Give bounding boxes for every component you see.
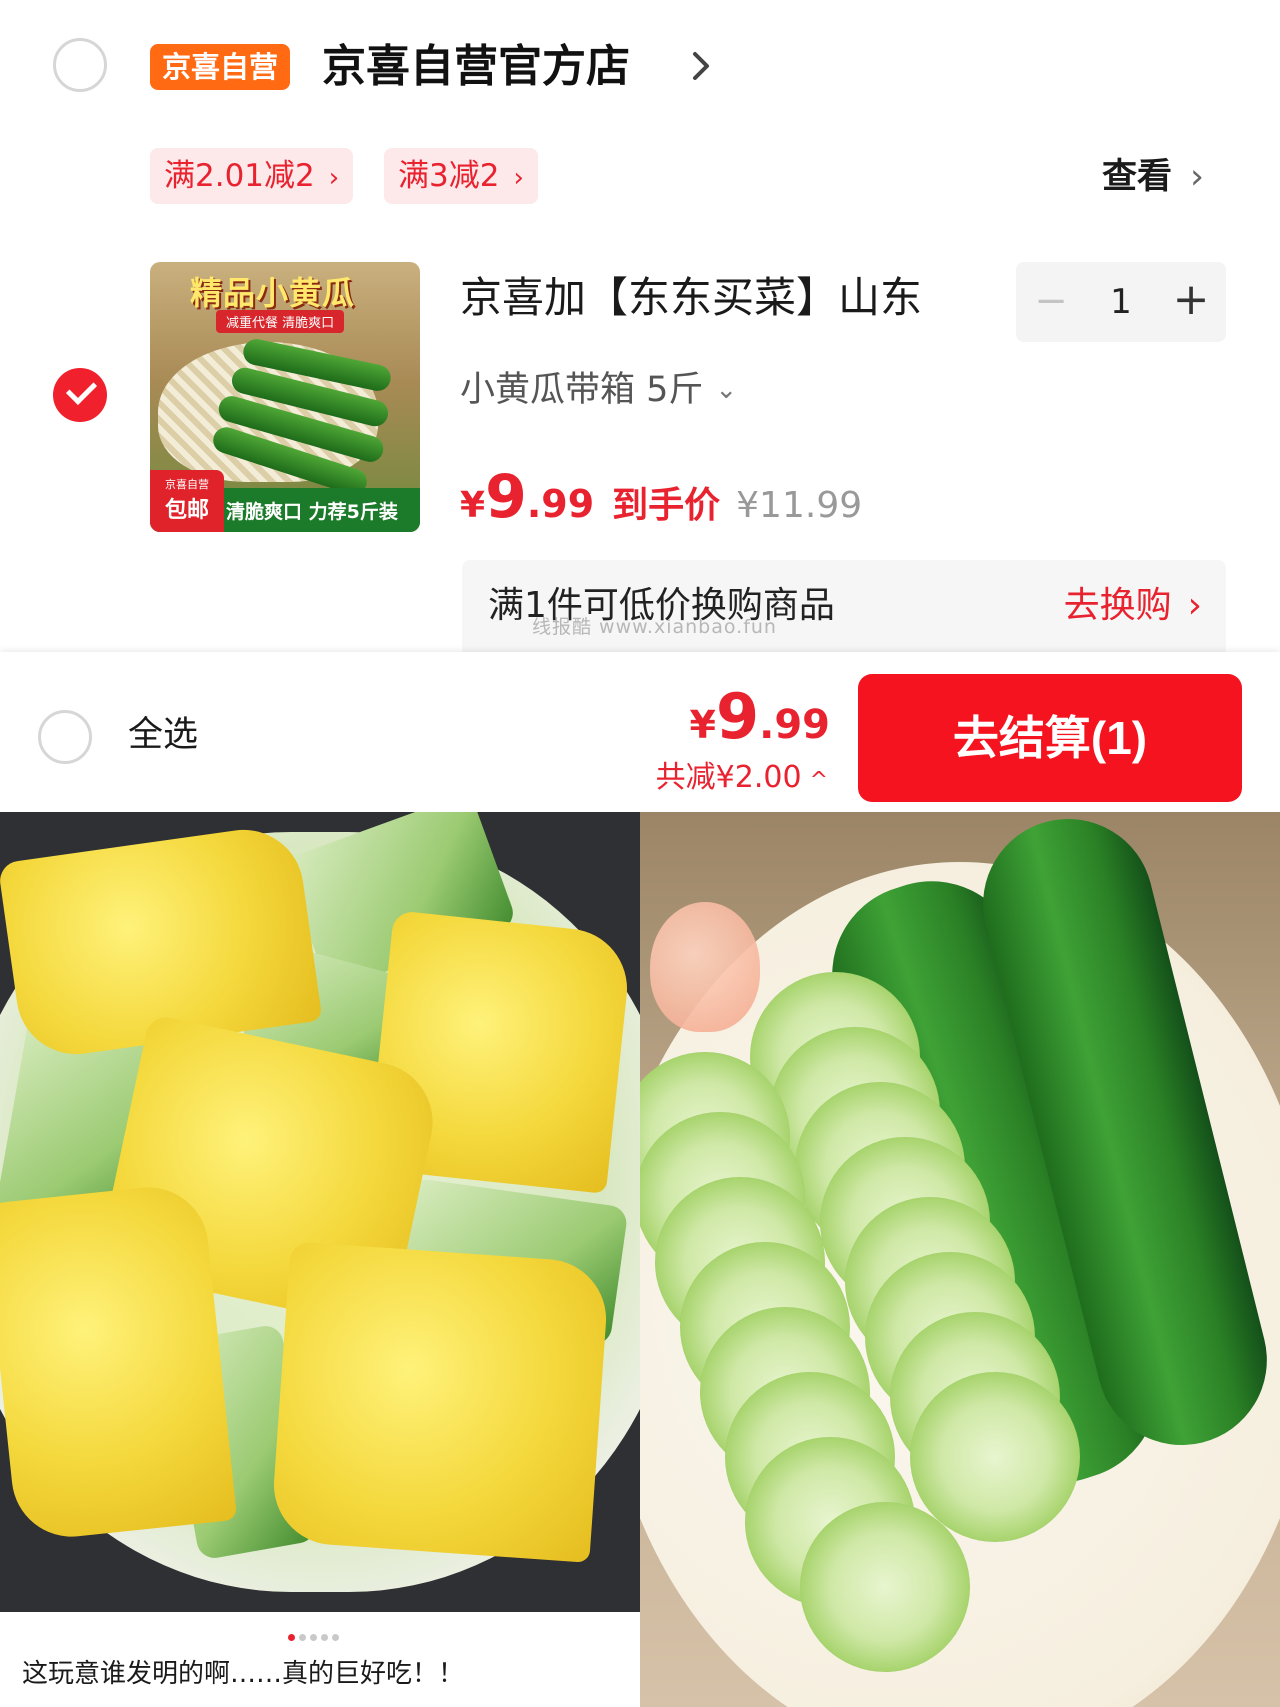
cucumber-slice bbox=[910, 1372, 1080, 1542]
thumbnail-badge-large: 包邮 bbox=[164, 498, 209, 523]
decrement-button[interactable]: − bbox=[1016, 262, 1086, 342]
product-price: ¥9.99 到手价 ¥11.99 bbox=[460, 462, 862, 538]
product-spec-label: 小黄瓜带箱 5斤 bbox=[460, 370, 704, 410]
promo-tag-1[interactable]: 满2.01减2 › bbox=[150, 148, 354, 204]
pager-dot[interactable] bbox=[332, 1634, 339, 1641]
store-name[interactable]: 京喜自营官方店 bbox=[322, 34, 630, 100]
product-title[interactable]: 京喜加【东东买菜】山东 bbox=[460, 268, 922, 328]
thumbnail-subtitle: 减重代餐 清脆爽口 bbox=[216, 310, 345, 333]
thumbnail-title: 精品小黄瓜 bbox=[190, 274, 356, 312]
checkout-bar: 全选 ¥9.99 共减¥2.00 ^ 去结算(1) bbox=[0, 652, 1280, 812]
promo-tag-label: 满3减2 bbox=[398, 158, 500, 194]
post-caption: 这玩意谁发明的啊……真的巨好吃！！ bbox=[22, 1659, 465, 1689]
select-all-label[interactable]: 全选 bbox=[128, 710, 198, 760]
discount-summary[interactable]: 共减¥2.00 ^ bbox=[656, 756, 828, 803]
cart-store-card: 京喜自营 京喜自营官方店 满2.01减2 › 满3减2 › 查看 › 精品小黄瓜 减重… bbox=[0, 0, 1280, 652]
chevron-up-icon: ^ bbox=[809, 768, 828, 793]
cucumber-slice bbox=[800, 1502, 970, 1672]
image-pager[interactable] bbox=[288, 1626, 343, 1645]
total-currency: ¥ bbox=[689, 703, 716, 747]
pager-dot[interactable] bbox=[310, 1634, 317, 1641]
store-chevron-right-icon[interactable] bbox=[690, 46, 712, 86]
total-price: ¥9.99 bbox=[690, 680, 830, 753]
promo-tag-label: 满2.01减2 bbox=[164, 158, 315, 194]
thumbnail-tagline: 清脆爽口 力荐5斤装 bbox=[226, 501, 398, 523]
trade-in-link-label: 去换购 bbox=[1063, 585, 1172, 626]
trade-in-link[interactable]: 去换购 › bbox=[1064, 578, 1202, 634]
chevron-down-icon: ⌄ bbox=[715, 375, 738, 405]
pineapple-chunk bbox=[269, 1241, 611, 1563]
quantity-stepper: − 1 + bbox=[1016, 262, 1226, 342]
photo-pineapple-cucumber[interactable] bbox=[0, 812, 640, 1612]
post-caption-area: 这玩意谁发明的啊……真的巨好吃！！ bbox=[0, 1612, 640, 1707]
store-select-radio[interactable] bbox=[53, 38, 107, 92]
chevron-right-icon: › bbox=[513, 163, 524, 193]
total-integer: 9 bbox=[716, 680, 760, 753]
pager-dot[interactable] bbox=[321, 1634, 328, 1641]
chevron-right-icon: › bbox=[328, 163, 340, 193]
pineapple-chunk bbox=[0, 1181, 238, 1543]
photo-sliced-cucumber[interactable] bbox=[640, 812, 1280, 1707]
thumbnail-free-shipping-badge: 京喜自营 包邮 bbox=[150, 470, 224, 532]
view-promotions-link[interactable]: 查看 › bbox=[1102, 152, 1204, 202]
checkout-button[interactable]: 去结算(1) bbox=[858, 674, 1242, 802]
store-header: 京喜自营 京喜自营官方店 bbox=[0, 30, 1280, 104]
increment-button[interactable]: + bbox=[1156, 262, 1226, 342]
final-price-label: 到手价 bbox=[612, 485, 721, 526]
price-integer: 9 bbox=[485, 462, 527, 532]
price-decimal: .99 bbox=[526, 482, 595, 526]
chevron-right-icon: › bbox=[1187, 585, 1202, 626]
product-thumbnail[interactable]: 精品小黄瓜 减重代餐 清脆爽口 京喜自营 包邮 清脆爽口 力荐5斤装 bbox=[150, 262, 420, 532]
pager-dot[interactable] bbox=[299, 1634, 306, 1641]
store-badge: 京喜自营 bbox=[150, 44, 291, 90]
select-all-radio[interactable] bbox=[38, 710, 92, 764]
watermark: 线报酷 www.xianbao.fun bbox=[532, 616, 777, 638]
product-select-checkbox[interactable] bbox=[53, 368, 107, 422]
price-currency: ¥ bbox=[460, 485, 486, 526]
pager-dot[interactable] bbox=[288, 1634, 295, 1641]
quantity-value[interactable]: 1 bbox=[1086, 262, 1156, 342]
thumbnail-badge-small: 京喜自营 bbox=[165, 478, 209, 491]
plate-decoration bbox=[650, 902, 760, 1032]
promo-tag-2[interactable]: 满3减2 › bbox=[384, 148, 538, 204]
original-price: ¥11.99 bbox=[736, 485, 863, 526]
product-spec-selector[interactable]: 小黄瓜带箱 5斤 ⌄ bbox=[460, 362, 737, 421]
discount-summary-label: 共减¥2.00 bbox=[655, 760, 802, 795]
chevron-right-icon: › bbox=[1190, 157, 1205, 197]
total-decimal: .99 bbox=[759, 702, 830, 748]
view-more-label: 查看 bbox=[1102, 157, 1173, 197]
